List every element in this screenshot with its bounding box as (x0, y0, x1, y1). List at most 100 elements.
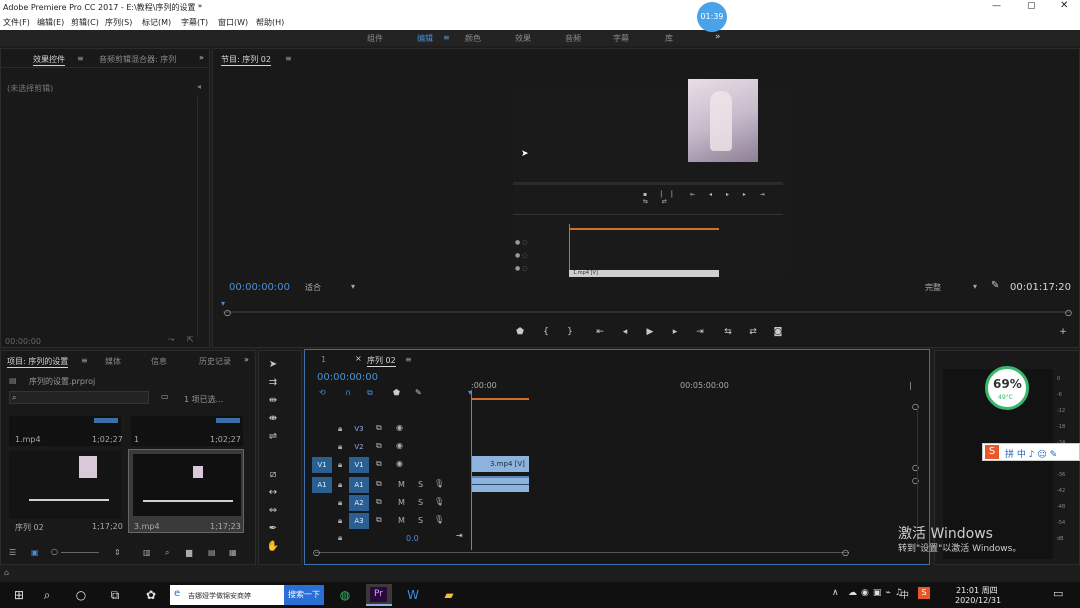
panel-menu-icon[interactable]: ≡ (81, 356, 88, 365)
chevron-down-icon[interactable]: ▾ (351, 282, 355, 291)
tab-history[interactable]: 历史记录 (199, 356, 231, 367)
project-search-input[interactable]: ⌕ (9, 391, 149, 404)
add-button-icon[interactable]: + (1056, 327, 1070, 337)
eye-icon[interactable]: ◉ (396, 441, 403, 450)
scroll-right-handle[interactable]: ○ (842, 548, 849, 557)
menu-file[interactable]: 文件(F) (3, 17, 30, 28)
clock-time[interactable]: 21:01 周四 (956, 585, 998, 596)
project-item-selected[interactable] (128, 449, 244, 533)
work-area-bar[interactable] (471, 398, 529, 400)
notification-icon[interactable]: ▭ (1053, 587, 1063, 600)
track-label[interactable]: A1 (349, 477, 369, 493)
track-label[interactable]: A2 (349, 495, 369, 511)
menu-help[interactable]: 帮助(H) (256, 17, 284, 28)
filter-icon[interactable]: ⤳ (168, 335, 174, 345)
ripple-edit-icon[interactable]: ⇹ (266, 394, 280, 408)
microphone-icon[interactable]: 🎙︎ (434, 497, 444, 506)
mark-out-icon[interactable]: } (563, 327, 577, 337)
workspace-editing[interactable]: 编辑 (417, 33, 433, 44)
microphone-icon[interactable]: 🎙︎ (434, 515, 444, 524)
premiere-taskbar-button[interactable]: Pr (366, 584, 392, 606)
new-bin-icon[interactable]: ▭ (161, 392, 169, 401)
zoom-slider-handle[interactable]: ○ (51, 547, 58, 556)
marker-icon[interactable]: ⬟ (513, 327, 527, 337)
solo-button[interactable]: S (418, 498, 423, 507)
snap-icon[interactable]: ⟲ (319, 388, 326, 397)
performance-widget[interactable]: 69% 49°C (985, 366, 1029, 410)
track-label[interactable]: V3 (349, 421, 369, 437)
tab-project[interactable]: 项目: 序列的设置 (7, 356, 69, 368)
maximize-icon[interactable]: ▢ (1027, 1, 1036, 11)
browser-search-box[interactable]: e 吉娜娅学做锦安商婷 (170, 585, 284, 605)
more-tabs-icon[interactable]: » (199, 53, 204, 62)
source-patch-v1[interactable]: V1 (312, 457, 332, 473)
rolling-edit-icon[interactable]: ⇼ (266, 412, 280, 426)
scrub-start-handle[interactable]: ○ (224, 308, 231, 317)
program-title[interactable]: 节目: 序列 02 (221, 54, 271, 66)
audio-clip[interactable] (472, 476, 529, 492)
go-to-in-icon[interactable]: ⇤ (593, 327, 607, 337)
sync-icon[interactable]: ⧉ (376, 479, 382, 489)
icon-view-icon[interactable]: ▣ (31, 548, 39, 557)
eye-icon[interactable]: ◉ (396, 423, 403, 432)
export-icon[interactable]: ⇱ (187, 335, 194, 344)
panel-menu-icon[interactable]: ≡ (405, 355, 412, 364)
more-tabs-icon[interactable]: » (244, 355, 249, 364)
search-button[interactable]: 搜索一下 (284, 585, 324, 605)
menu-window[interactable]: 窗口(W) (218, 17, 248, 28)
sync-icon[interactable]: ⧉ (376, 441, 382, 451)
play-icon[interactable]: ▶ (643, 327, 657, 337)
playhead-icon[interactable]: ▾ (221, 299, 225, 308)
workspace-assembly[interactable]: 组件 (367, 33, 383, 44)
task-view-icon[interactable]: ⧉ (106, 587, 124, 603)
lock-icon[interactable]: 🔒︎ (338, 516, 342, 526)
quality-dropdown[interactable]: 完整 (925, 282, 941, 293)
cortana-icon[interactable]: ○ (72, 587, 90, 603)
lock-icon[interactable]: 🔒︎ (338, 424, 342, 434)
chevron-down-icon[interactable]: ▾ (973, 282, 977, 291)
app-launcher-icon[interactable]: ✿ (142, 587, 160, 603)
tray-chevron-icon[interactable]: ∧ (832, 588, 839, 598)
microphone-icon[interactable]: 🎙︎ (434, 479, 444, 488)
lock-icon[interactable]: 🔒︎ (338, 533, 342, 543)
workspace-libraries[interactable]: 库 (665, 33, 673, 44)
tab-info[interactable]: 信息 (151, 356, 167, 367)
menu-edit[interactable]: 编辑(E) (37, 17, 64, 28)
panel-menu-icon[interactable]: ≡ (77, 54, 84, 63)
workspace-effects[interactable]: 效果 (515, 33, 531, 44)
minimize-icon[interactable]: — (992, 1, 1001, 11)
track-label[interactable]: V2 (349, 439, 369, 455)
pen-icon[interactable]: ✒ (266, 522, 280, 536)
workspace-audio[interactable]: 音频 (565, 33, 581, 44)
workspace-color[interactable]: 颜色 (465, 33, 481, 44)
menu-marker[interactable]: 标记(M) (142, 17, 171, 28)
menu-clip[interactable]: 剪辑(C) (71, 17, 99, 28)
list-view-icon[interactable]: ☰ (9, 548, 16, 557)
add-marker-icon[interactable]: ⬟ (393, 388, 400, 397)
source-patch-a1[interactable]: A1 (312, 477, 332, 493)
file-explorer-icon[interactable]: ▰ (440, 587, 458, 603)
sync-icon[interactable]: ⧉ (376, 423, 382, 433)
eye-icon[interactable]: ◉ (396, 459, 403, 468)
automate-icon[interactable]: ▥ (143, 548, 151, 557)
clock-date[interactable]: 2020/12/31 (955, 596, 1001, 605)
linked-selection-icon[interactable]: ⧉ (367, 388, 373, 398)
menu-title[interactable]: 字幕(T) (181, 17, 208, 28)
slide-icon[interactable]: ⇔ (266, 504, 280, 518)
mark-in-icon[interactable]: { (539, 327, 553, 337)
step-back-icon[interactable]: ◂ (618, 327, 632, 337)
search-icon[interactable]: ⌕ (38, 587, 56, 603)
tab-media[interactable]: 媒体 (105, 356, 121, 367)
go-to-end-icon[interactable]: ⇥ (456, 531, 463, 540)
lock-icon[interactable]: 🔒︎ (338, 460, 342, 470)
mute-button[interactable]: M (398, 498, 405, 507)
selection-tool-icon[interactable]: ➤ (266, 358, 280, 372)
tab-effect-controls[interactable]: 效果控件 (33, 54, 65, 66)
go-to-out-icon[interactable]: ⇥ (693, 327, 707, 337)
collapse-icon[interactable]: ◂ (197, 82, 201, 91)
tab-audio-clip-mixer[interactable]: 音频剪辑混合器: 序列 (99, 54, 176, 65)
scroll-left-handle[interactable]: ○ (313, 548, 320, 557)
sync-icon[interactable]: ⧉ (376, 515, 382, 525)
sync-icon[interactable]: ⧉ (376, 497, 382, 507)
timeline-timecode[interactable]: 00:00:00:00 (317, 372, 378, 383)
